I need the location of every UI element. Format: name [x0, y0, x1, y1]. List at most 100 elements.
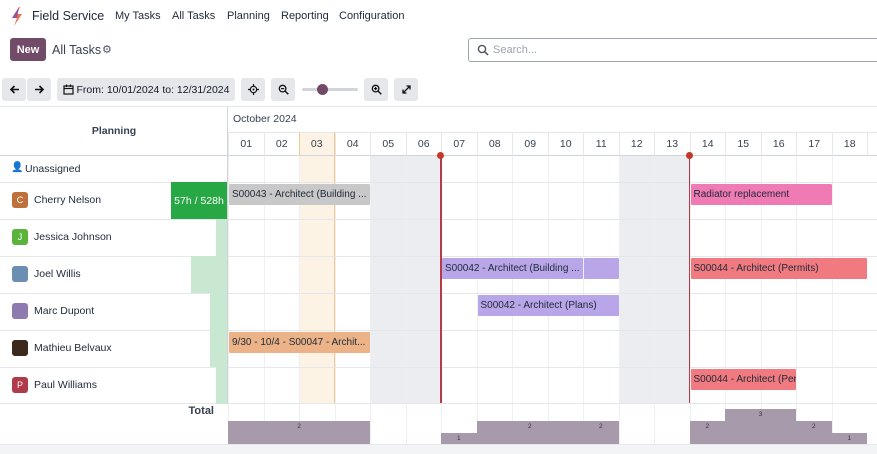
task-pill[interactable]: S00042 - Architect (Building ...	[442, 258, 583, 279]
day-header-08[interactable]: 08	[476, 132, 512, 156]
total-bar: 3	[725, 409, 796, 445]
avatar: C	[12, 192, 28, 208]
weekend-column	[654, 156, 690, 403]
zoom-slider-handle[interactable]	[317, 84, 328, 95]
task-pill[interactable]: 9/30 - 10/4 - S00047 - Archit...	[229, 332, 370, 353]
breadcrumb-title: All Tasks	[52, 43, 102, 57]
search-bar[interactable]: Search...	[468, 38, 877, 62]
workload-bar	[191, 256, 227, 293]
row-mathieu-belvaux[interactable]: Mathieu Belvaux	[0, 330, 228, 367]
zoom-slider[interactable]	[302, 88, 358, 91]
avatar	[12, 303, 28, 319]
search-icon	[477, 44, 489, 56]
task-pill[interactable]: S00044 - Architect (Permits)	[690, 258, 867, 279]
weekend-column	[405, 156, 441, 403]
employee-name: Marc Dupont	[34, 305, 95, 317]
total-bar: 2	[476, 421, 583, 445]
day-header-10[interactable]: 10	[547, 132, 583, 156]
avatar: P	[12, 377, 28, 393]
gear-icon[interactable]: ⚙	[102, 43, 112, 56]
row-cherry-nelson[interactable]: 57h / 528h C Cherry Nelson	[0, 182, 228, 219]
day-header-04[interactable]: 04	[334, 132, 370, 156]
day-header-05[interactable]: 05	[370, 132, 406, 156]
deadline-marker[interactable]	[685, 152, 693, 159]
gantt-header-left: Planning	[0, 107, 228, 156]
weekend-column	[618, 156, 654, 403]
total-bar: 2	[228, 421, 370, 445]
date-range-button[interactable]: From: 10/01/2024 to: 12/31/2024	[57, 78, 235, 101]
top-navbar: Field Service My Tasks All Tasks Plannin…	[0, 0, 877, 32]
day-header-02[interactable]: 02	[263, 132, 299, 156]
deadline-line	[688, 156, 690, 403]
menu-planning[interactable]: Planning	[227, 10, 270, 22]
day-header-13[interactable]: 13	[654, 132, 690, 156]
next-button[interactable]	[27, 78, 51, 101]
avatar: J	[12, 229, 28, 245]
row-joel-willis[interactable]: Joel Willis	[0, 256, 228, 293]
expand-button[interactable]	[394, 78, 418, 101]
zoom-out-icon	[278, 84, 289, 95]
day-header-09[interactable]: 09	[512, 132, 548, 156]
total-count: 2	[598, 423, 603, 430]
day-header-07[interactable]: 07	[441, 132, 477, 156]
unassigned-label: Unassigned	[25, 163, 81, 175]
row-marc-dupont[interactable]: Marc Dupont	[0, 293, 228, 330]
menu-reporting[interactable]: Reporting	[281, 10, 329, 22]
menu-all-tasks[interactable]: All Tasks	[172, 10, 215, 22]
total-bar: 2	[796, 421, 832, 445]
employee-name: Joel Willis	[34, 268, 81, 280]
row-paul-williams[interactable]: P Paul Williams	[0, 367, 228, 404]
total-bar: 2	[583, 421, 619, 445]
total-count: 2	[297, 423, 301, 430]
employee-name: Paul Williams	[34, 379, 98, 391]
total-count: 2	[705, 423, 710, 430]
new-button[interactable]: New	[10, 38, 46, 61]
menu-my-tasks[interactable]: My Tasks	[115, 10, 161, 22]
avatar	[12, 340, 28, 356]
row-jessica-johnson[interactable]: J Jessica Johnson	[0, 219, 228, 256]
day-header-18[interactable]: 18	[831, 132, 867, 156]
menu-configuration[interactable]: Configuration	[339, 10, 404, 22]
task-pill[interactable]: S00042 - Architect (Plans)	[477, 295, 619, 316]
calendar-icon	[62, 84, 74, 95]
day-header-16[interactable]: 16	[760, 132, 796, 156]
task-pill[interactable]: S00044 - Architect (Permits)	[690, 369, 796, 390]
day-header-15[interactable]: 15	[725, 132, 761, 156]
day-header-11[interactable]: 11	[583, 132, 619, 156]
zoom-in-button[interactable]	[364, 78, 388, 101]
total-count: 2	[811, 423, 816, 430]
task-pill[interactable]: Radiator replacement	[690, 184, 832, 205]
total-label: Total	[188, 405, 214, 417]
day-header-17[interactable]: 17	[796, 132, 832, 156]
day-header-12[interactable]: 12	[618, 132, 654, 156]
previous-button[interactable]	[2, 78, 26, 101]
workload-bar	[216, 367, 227, 404]
day-header-partial	[867, 132, 877, 156]
arrow-left-icon	[9, 85, 19, 94]
task-pill[interactable]	[584, 258, 619, 279]
zoom-out-button[interactable]	[271, 78, 295, 101]
bottom-bar	[0, 444, 877, 454]
gantt-chart: Planning October 2024 01 02 03 04 05 06 07 08 09…	[0, 106, 877, 447]
field-service-logo-icon[interactable]	[11, 7, 23, 26]
app-name[interactable]: Field Service	[32, 9, 104, 23]
user-icon: 👤	[11, 162, 24, 173]
deadline-line	[440, 156, 442, 403]
focus-today-button[interactable]	[241, 78, 265, 101]
deadline-marker[interactable]	[437, 152, 444, 159]
workload-bar: 57h / 528h	[171, 182, 227, 219]
task-pill[interactable]: S00043 - Architect (Building ...	[229, 184, 370, 205]
employee-name: Jessica Johnson	[34, 231, 112, 243]
day-header-01[interactable]: 01	[228, 132, 264, 156]
row-unassigned[interactable]: 👤 Unassigned	[0, 156, 228, 182]
day-header-03[interactable]: 03	[299, 132, 335, 156]
workload-bar	[210, 293, 227, 330]
total-bar: 2	[689, 421, 725, 445]
search-input[interactable]: Search...	[493, 44, 537, 56]
crosshair-icon	[247, 84, 259, 95]
workload-bar	[216, 219, 227, 256]
avatar	[12, 266, 28, 282]
employee-name: Mathieu Belvaux	[34, 342, 112, 354]
day-header-06[interactable]: 06	[405, 132, 441, 156]
day-header-14[interactable]: 14	[689, 132, 725, 156]
